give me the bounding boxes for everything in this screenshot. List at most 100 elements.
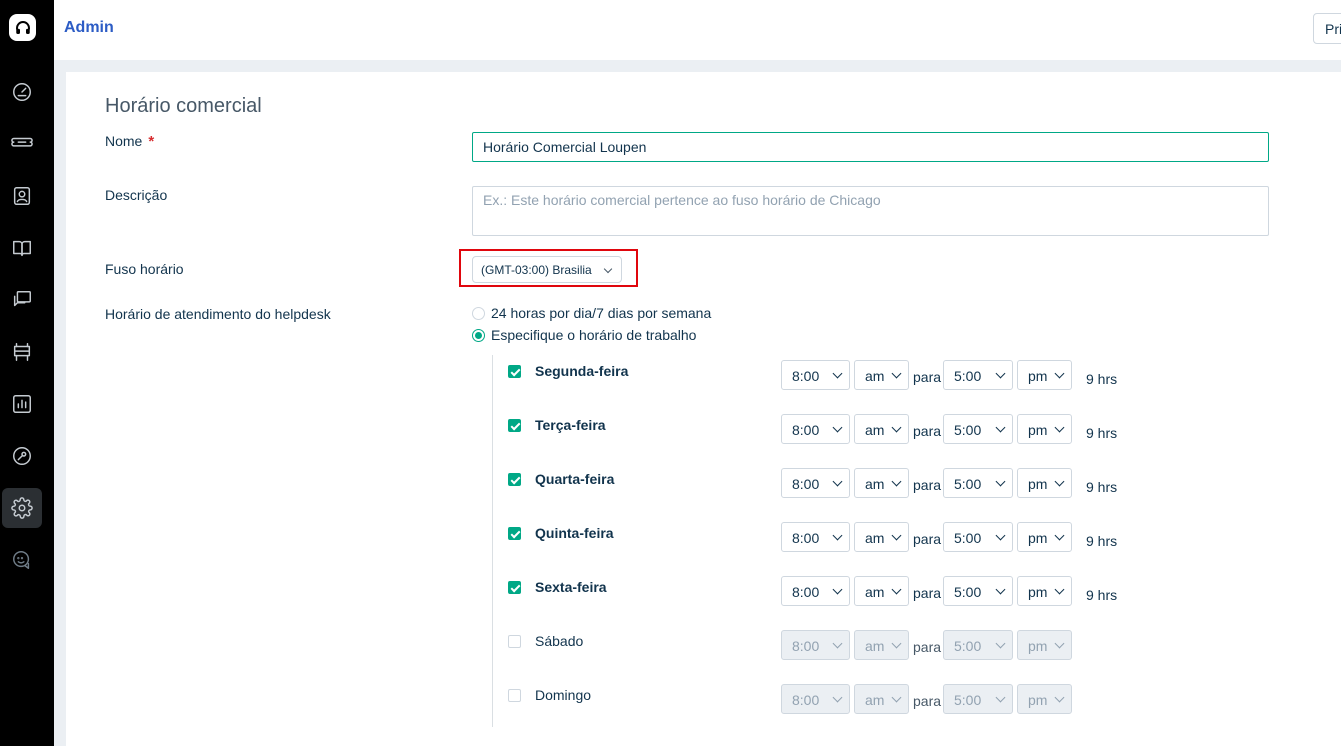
to-time-select: 5:00 xyxy=(943,684,1013,714)
chevron-down-icon xyxy=(1054,422,1065,433)
from-ampm-select[interactable]: am xyxy=(854,576,909,606)
chevron-down-icon xyxy=(1054,584,1065,595)
day-label: Sexta-feira xyxy=(535,579,607,595)
wrench-icon[interactable] xyxy=(2,436,42,476)
from-ampm-value: am xyxy=(865,530,885,546)
assets-icon[interactable] xyxy=(2,332,42,372)
from-time-select: 8:00 xyxy=(781,630,850,660)
to-time-select[interactable]: 5:00 xyxy=(943,468,1013,498)
radio-custom-label: Especifique o horário de trabalho xyxy=(491,327,697,343)
reports-icon[interactable] xyxy=(2,384,42,424)
from-ampm-value: am xyxy=(865,584,885,600)
from-ampm-select[interactable]: am xyxy=(854,522,909,552)
chevron-down-icon xyxy=(832,476,843,487)
day-row: Terça-feira 8:00 am para 5:00 pm 9 hrs xyxy=(508,414,1208,448)
to-label: para xyxy=(913,477,942,493)
chevron-down-icon xyxy=(891,476,902,487)
to-ampm-select[interactable]: pm xyxy=(1017,414,1072,444)
day-checkbox[interactable] xyxy=(508,527,521,540)
from-time-select[interactable]: 8:00 xyxy=(781,522,850,552)
from-ampm-value: am xyxy=(865,368,885,384)
from-time-select[interactable]: 8:00 xyxy=(781,414,850,444)
to-ampm-select[interactable]: pm xyxy=(1017,360,1072,390)
chevron-down-icon xyxy=(1054,368,1065,379)
day-row: Quinta-feira 8:00 am para 5:00 pm 9 hrs xyxy=(508,522,1208,556)
to-time-select[interactable]: 5:00 xyxy=(943,360,1013,390)
day-checkbox[interactable] xyxy=(508,635,521,648)
from-ampm-select[interactable]: am xyxy=(854,414,909,444)
to-label: para xyxy=(913,693,942,709)
from-time-value: 8:00 xyxy=(792,422,820,438)
chevron-down-icon xyxy=(1054,476,1065,487)
section-title: Horário comercial xyxy=(105,95,262,117)
chevron-down-icon xyxy=(1054,530,1065,541)
from-time-select[interactable]: 8:00 xyxy=(781,360,850,390)
day-label: Quinta-feira xyxy=(535,525,614,541)
day-checkbox[interactable] xyxy=(508,419,521,432)
to-label: para xyxy=(913,585,942,601)
day-row: Quarta-feira 8:00 am para 5:00 pm 9 hrs xyxy=(508,468,1208,502)
chevron-down-icon xyxy=(832,368,843,379)
day-row: Domingo 8:00 am para 5:00 pm xyxy=(508,684,1208,718)
from-time-select[interactable]: 8:00 xyxy=(781,468,850,498)
to-ampm-value: pm xyxy=(1028,584,1048,600)
day-label: Segunda-feira xyxy=(535,363,629,379)
chevron-down-icon xyxy=(603,264,613,274)
chevron-down-icon xyxy=(832,692,843,703)
day-checkbox[interactable] xyxy=(508,581,521,594)
from-ampm-select[interactable]: am xyxy=(854,468,909,498)
required-mark: * xyxy=(148,133,155,150)
to-ampm-select[interactable]: pm xyxy=(1017,576,1072,606)
timezone-select[interactable]: (GMT-03:00) Brasilia xyxy=(472,256,622,283)
chevron-down-icon xyxy=(995,692,1006,703)
radio-custom-button[interactable] xyxy=(472,328,485,342)
forums-icon[interactable] xyxy=(2,280,42,320)
to-ampm-select: pm xyxy=(1017,630,1072,660)
to-ampm-value: pm xyxy=(1028,530,1048,546)
to-time-value: 5:00 xyxy=(954,692,982,708)
day-row: Sábado 8:00 am para 5:00 pm xyxy=(508,630,1208,664)
from-ampm-select[interactable]: am xyxy=(854,360,909,390)
to-label: para xyxy=(913,369,942,385)
solutions-icon[interactable] xyxy=(2,228,42,268)
day-checkbox[interactable] xyxy=(508,365,521,378)
to-time-select[interactable]: 5:00 xyxy=(943,414,1013,444)
chevron-down-icon xyxy=(995,476,1006,487)
from-time-value: 8:00 xyxy=(792,530,820,546)
name-input[interactable] xyxy=(472,132,1269,162)
day-row: Sexta-feira 8:00 am para 5:00 pm 9 hrs xyxy=(508,576,1208,610)
total-hours: 9 hrs xyxy=(1086,587,1118,603)
dashboard-icon[interactable] xyxy=(2,72,42,112)
to-time-select[interactable]: 5:00 xyxy=(943,522,1013,552)
header-right-button[interactable]: Pri xyxy=(1313,13,1341,44)
from-time-value: 8:00 xyxy=(792,476,820,492)
to-time-select[interactable]: 5:00 xyxy=(943,576,1013,606)
radio-24x7-button[interactable] xyxy=(472,306,485,320)
chevron-down-icon xyxy=(995,368,1006,379)
gear-icon[interactable] xyxy=(2,488,42,528)
contacts-icon[interactable] xyxy=(2,176,42,216)
day-label: Domingo xyxy=(535,687,592,703)
radio-24x7[interactable]: 24 horas por dia/7 dias por semana xyxy=(472,305,711,321)
from-ampm-value: am xyxy=(865,692,885,708)
to-time-value: 5:00 xyxy=(954,422,982,438)
chevron-down-icon xyxy=(995,530,1006,541)
to-ampm-select[interactable]: pm xyxy=(1017,468,1072,498)
description-input[interactable] xyxy=(472,186,1269,236)
to-ampm-select[interactable]: pm xyxy=(1017,522,1072,552)
day-checkbox[interactable] xyxy=(508,473,521,486)
chevron-down-icon xyxy=(832,422,843,433)
from-time-select[interactable]: 8:00 xyxy=(781,576,850,606)
to-time-value: 5:00 xyxy=(954,638,982,654)
day-checkbox[interactable] xyxy=(508,689,521,702)
from-ampm-value: am xyxy=(865,638,885,654)
chat-icon[interactable] xyxy=(2,540,42,580)
timezone-value: (GMT-03:00) Brasilia xyxy=(481,262,592,277)
name-label: Nome xyxy=(105,133,143,149)
chevron-down-icon xyxy=(1054,692,1065,703)
tickets-icon[interactable] xyxy=(2,124,42,164)
headset-logo-icon[interactable] xyxy=(9,14,36,41)
chevron-down-icon xyxy=(995,422,1006,433)
radio-custom[interactable]: Especifique o horário de trabalho xyxy=(472,327,696,343)
from-time-select: 8:00 xyxy=(781,684,850,714)
